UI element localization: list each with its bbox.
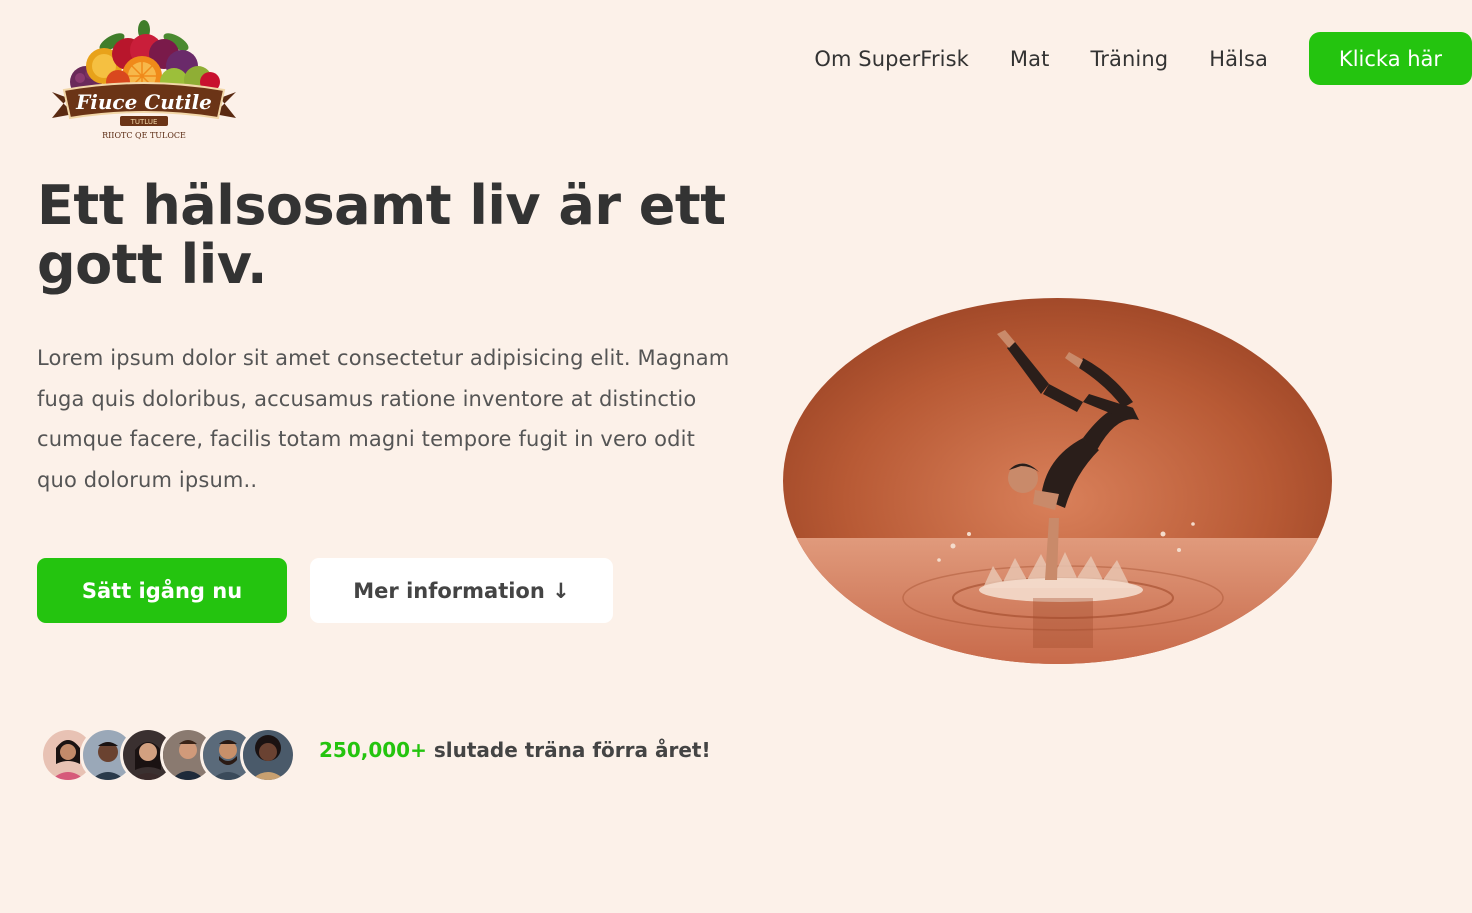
main-navigation: Om SuperFrisk Mat Träning Hälsa Klicka h…	[814, 32, 1472, 85]
social-proof-label: slutade träna förra året!	[426, 738, 711, 762]
customer-avatars	[40, 727, 300, 783]
nav-link-om-superfrisk[interactable]: Om SuperFrisk	[814, 47, 969, 71]
logo-banner-text: Fiuce Cutile	[75, 90, 212, 114]
hero-title: Ett hälsosamt liv är ett gott liv.	[37, 174, 726, 296]
fruit-basket-logo-icon: Fiuce Cutile TUTLUE RIIOTC QE TULOCE	[52, 20, 236, 140]
logo-sub-text: TUTLUE	[130, 118, 158, 126]
nav-cta-button[interactable]: Klicka här	[1309, 32, 1472, 85]
handstand-water-splash-photo	[783, 298, 1332, 664]
hero-description: Lorem ipsum dolor sit amet consectetur a…	[37, 346, 730, 492]
get-started-button[interactable]: Sätt igång nu	[37, 558, 287, 623]
nav-link-traning[interactable]: Träning	[1090, 47, 1168, 71]
hero-image	[783, 298, 1332, 664]
logo-arc-text: RIIOTC QE TULOCE	[102, 131, 186, 140]
landing-page: Fiuce Cutile TUTLUE RIIOTC QE TULOCE Om …	[0, 0, 1472, 913]
user-avatar	[240, 727, 296, 783]
nav-link-halsa[interactable]: Hälsa	[1209, 47, 1268, 71]
more-information-button[interactable]: Mer information ↓	[310, 558, 613, 623]
social-proof-text: 250,000+ slutade träna förra året!	[319, 738, 711, 762]
site-logo[interactable]: Fiuce Cutile TUTLUE RIIOTC QE TULOCE	[46, 20, 242, 146]
social-proof-count: 250,000+	[319, 738, 427, 762]
nav-link-mat[interactable]: Mat	[1010, 47, 1050, 71]
